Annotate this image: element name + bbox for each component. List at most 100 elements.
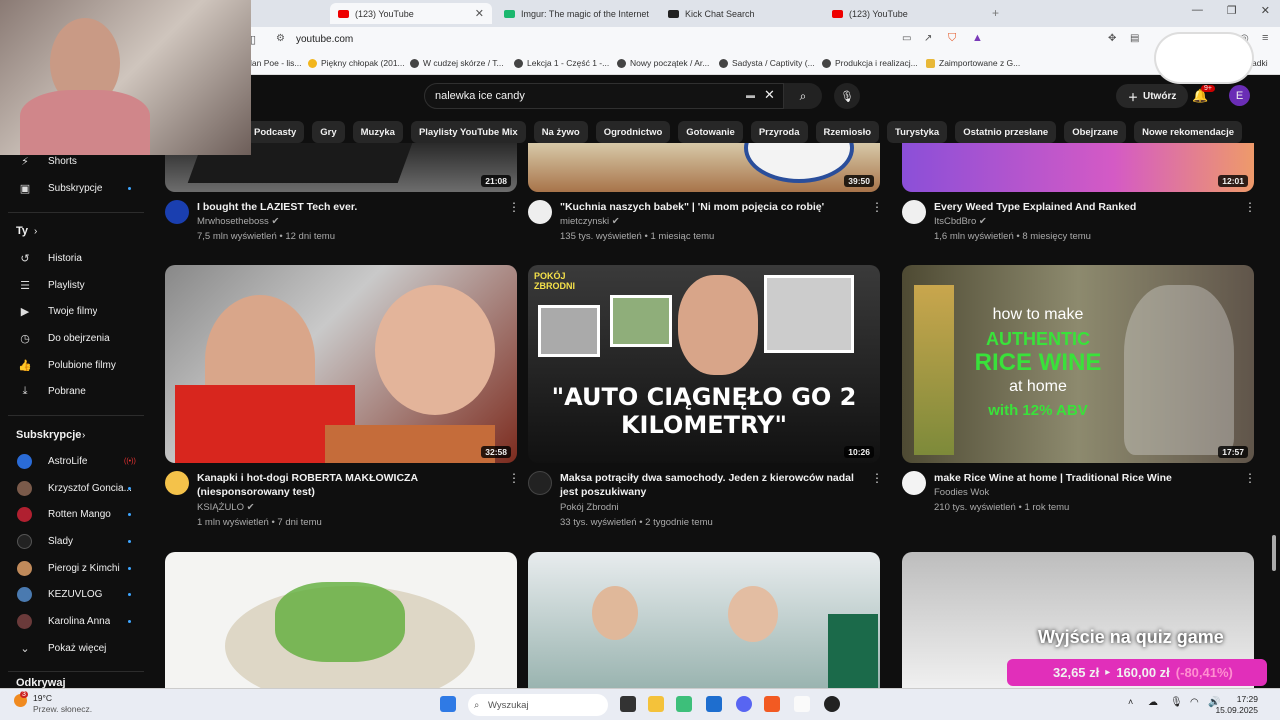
copilot-icon[interactable] bbox=[676, 696, 692, 712]
url-text[interactable]: youtube.com bbox=[296, 34, 353, 45]
microphone-icon[interactable]: 🎙 bbox=[1170, 697, 1183, 708]
channel-avatar[interactable] bbox=[902, 471, 926, 495]
channel-avatar[interactable] bbox=[902, 200, 926, 224]
video-title[interactable]: I bought the LAZIEST Tech ever. bbox=[197, 200, 497, 214]
onedrive-icon[interactable]: ☁ bbox=[1148, 697, 1158, 708]
task-view-icon[interactable] bbox=[620, 696, 636, 712]
app-icon[interactable] bbox=[794, 696, 810, 712]
tab-youtube-active[interactable]: (123) YouTube ✕ bbox=[330, 3, 492, 24]
sidebar-section-subscriptions[interactable]: Subskrypcje › bbox=[0, 423, 152, 447]
store-icon[interactable] bbox=[706, 696, 722, 712]
more-options-icon[interactable]: ⋮ bbox=[1244, 200, 1256, 214]
chip-muzyka[interactable]: Muzyka bbox=[352, 121, 403, 143]
channel-avatar[interactable] bbox=[165, 471, 189, 495]
bookmark-item[interactable]: Sadysta / Captivity (... bbox=[719, 58, 815, 68]
tray-arrow-icon[interactable]: ˄ bbox=[1128, 697, 1133, 707]
more-options-icon[interactable]: ⋮ bbox=[871, 471, 883, 485]
sidebar-item-polubione[interactable]: 👍 Polubione filmy bbox=[0, 353, 152, 377]
sidebar-section-you[interactable]: Ty › bbox=[0, 219, 152, 243]
channel-name[interactable]: Mrwhosetheboss ✔ bbox=[197, 216, 279, 227]
sidebar-sub-kezuvlog[interactable]: KEZUVLOG bbox=[0, 582, 152, 606]
channel-name[interactable]: mietczynski ✔ bbox=[560, 216, 620, 227]
sidebar-sub-slady[interactable]: Ślady bbox=[0, 529, 152, 553]
chip-ogrodnictwo[interactable]: Ogrodnictwo bbox=[595, 121, 671, 143]
sidebar-sub-rotten-mango[interactable]: Rotten Mango bbox=[0, 502, 152, 526]
chip-na-zywo[interactable]: Na żywo bbox=[533, 121, 588, 143]
bookmark-item[interactable]: lan Poe - lis... bbox=[250, 58, 302, 68]
more-options-icon[interactable]: ⋮ bbox=[508, 200, 520, 214]
new-tab-icon[interactable]: + bbox=[992, 6, 999, 20]
sidebar-show-more[interactable]: ⌄ Pokaż więcej bbox=[0, 636, 152, 660]
tab-youtube-2[interactable]: (123) YouTube bbox=[824, 3, 986, 24]
discord-icon[interactable] bbox=[736, 696, 752, 712]
bookmark-folder[interactable]: Zaimportowane z G... bbox=[926, 58, 1020, 68]
channel-name[interactable]: Pokój Zbrodni bbox=[560, 502, 619, 513]
site-settings-icon[interactable]: ⚙ bbox=[276, 33, 285, 44]
more-options-icon[interactable]: ⋮ bbox=[871, 200, 883, 214]
sidebar-toggle-icon[interactable]: ▤ bbox=[1130, 33, 1139, 44]
brave-shield-icon[interactable]: ⛉ bbox=[948, 32, 956, 45]
search-button[interactable]: ⌕ bbox=[784, 83, 822, 109]
close-icon[interactable]: ✕ bbox=[475, 7, 484, 20]
bookmark-item[interactable]: adki bbox=[1252, 58, 1268, 68]
bookmark-item[interactable]: Nowy początek / Ar... bbox=[617, 58, 709, 68]
page-scrollbar-thumb[interactable] bbox=[1272, 535, 1276, 571]
chip-gry[interactable]: Gry bbox=[312, 121, 345, 143]
share-icon[interactable]: ↗ bbox=[924, 33, 932, 44]
chip-gotowanie[interactable]: Gotowanie bbox=[678, 121, 743, 143]
channel-avatar[interactable] bbox=[165, 200, 189, 224]
bookmark-item[interactable]: Lekcja 1 - Część 1 -... bbox=[514, 58, 609, 68]
tab-kick[interactable]: Kick Chat Search bbox=[660, 3, 820, 24]
video-thumbnail[interactable]: 32:58 bbox=[165, 265, 517, 463]
taskbar-search[interactable]: ⌕ Wyszukaj bbox=[468, 694, 608, 716]
channel-name[interactable]: KSIĄŻULO ✔ bbox=[197, 502, 255, 513]
bookmark-item[interactable]: Produkcja i realizacj... bbox=[822, 58, 918, 68]
wifi-icon[interactable]: ◠ bbox=[1190, 697, 1199, 708]
channel-name[interactable]: ItsCbdBro ✔ bbox=[934, 216, 987, 227]
brave-browser-icon[interactable] bbox=[764, 696, 780, 712]
sidebar-sub-krzysztof[interactable]: Krzysztof Goncia... bbox=[0, 476, 152, 500]
chip-turystyka[interactable]: Turystyka bbox=[887, 121, 948, 143]
channel-avatar[interactable] bbox=[528, 471, 552, 495]
channel-avatar[interactable] bbox=[528, 200, 552, 224]
create-button[interactable]: ＋ Utwórz bbox=[1116, 84, 1189, 108]
more-options-icon[interactable]: ⋮ bbox=[1244, 471, 1256, 485]
chip-podcasty[interactable]: Podcasty bbox=[246, 121, 305, 143]
video-title[interactable]: Kanapki i hot-dogi ROBERTA MAKŁOWICZA (n… bbox=[197, 471, 502, 499]
chip-przyroda[interactable]: Przyroda bbox=[750, 121, 808, 143]
sidebar-item-historia[interactable]: ↺ Historia bbox=[0, 246, 152, 270]
sidebar-sub-pierogi[interactable]: Pierogi z Kimchi bbox=[0, 556, 152, 580]
video-thumbnail[interactable] bbox=[528, 552, 880, 688]
video-title[interactable]: make Rice Wine at home | Traditional Ric… bbox=[934, 471, 1234, 485]
chip-playlisty-mix[interactable]: Playlisty YouTube Mix bbox=[410, 121, 526, 143]
video-title[interactable]: Maksa potrąciły dwa samochody. Jeden z k… bbox=[560, 471, 865, 499]
video-thumbnail[interactable]: how to make AUTHENTIC RICE WINE at home … bbox=[902, 265, 1254, 463]
video-title[interactable]: "Kuchnia naszych babek" | 'Ni mom pojęci… bbox=[560, 200, 870, 214]
clear-search-icon[interactable]: ✕ bbox=[764, 87, 775, 103]
video-thumbnail[interactable]: POKÓJ ZBRODNI "AUTO CIĄGNĘŁO GO 2 KILOME… bbox=[528, 265, 880, 463]
bookmark-item[interactable]: W cudzej skórze / T... bbox=[410, 58, 504, 68]
cast-icon[interactable]: ▭ bbox=[902, 33, 911, 44]
video-thumbnail[interactable]: 12:01 bbox=[902, 143, 1254, 192]
maximize-icon[interactable]: ❐ bbox=[1227, 4, 1237, 17]
sidebar-item-twoje-filmy[interactable]: ▶ Twoje filmy bbox=[0, 299, 152, 323]
more-options-icon[interactable]: ⋮ bbox=[508, 471, 520, 485]
windows-start-icon[interactable] bbox=[440, 696, 456, 712]
weather-widget[interactable]: 19°C Przew. słonecz. bbox=[33, 693, 92, 715]
sidebar-item-do-obejrzenia[interactable]: ◷ Do obejrzenia bbox=[0, 326, 152, 350]
search-input[interactable]: nalewka ice candy bbox=[424, 83, 784, 109]
sidebar-item-playlisty[interactable]: ☰ Playlisty bbox=[0, 273, 152, 297]
bookmark-item[interactable]: Piękny chłopak (201... bbox=[308, 58, 405, 68]
account-avatar[interactable]: E bbox=[1229, 85, 1250, 106]
channel-name[interactable]: Foodies Wok bbox=[934, 487, 989, 498]
tab-imgur[interactable]: Imgur: The magic of the Internet bbox=[496, 3, 658, 24]
chip-rzemioslo[interactable]: Rzemiosło bbox=[815, 121, 880, 143]
system-clock[interactable]: 17:29 15.09.2025 bbox=[1215, 694, 1258, 716]
file-explorer-icon[interactable] bbox=[648, 696, 664, 712]
video-thumbnail[interactable]: 39:50 bbox=[528, 143, 880, 192]
minimize-icon[interactable]: — bbox=[1192, 4, 1203, 17]
extensions-icon[interactable]: ✥ bbox=[1108, 33, 1116, 44]
sidebar-sub-astrolife[interactable]: AstroLife ((•)) bbox=[0, 449, 152, 473]
window-close-icon[interactable]: ✕ bbox=[1261, 4, 1270, 17]
menu-icon[interactable]: ≡ bbox=[1262, 32, 1268, 44]
